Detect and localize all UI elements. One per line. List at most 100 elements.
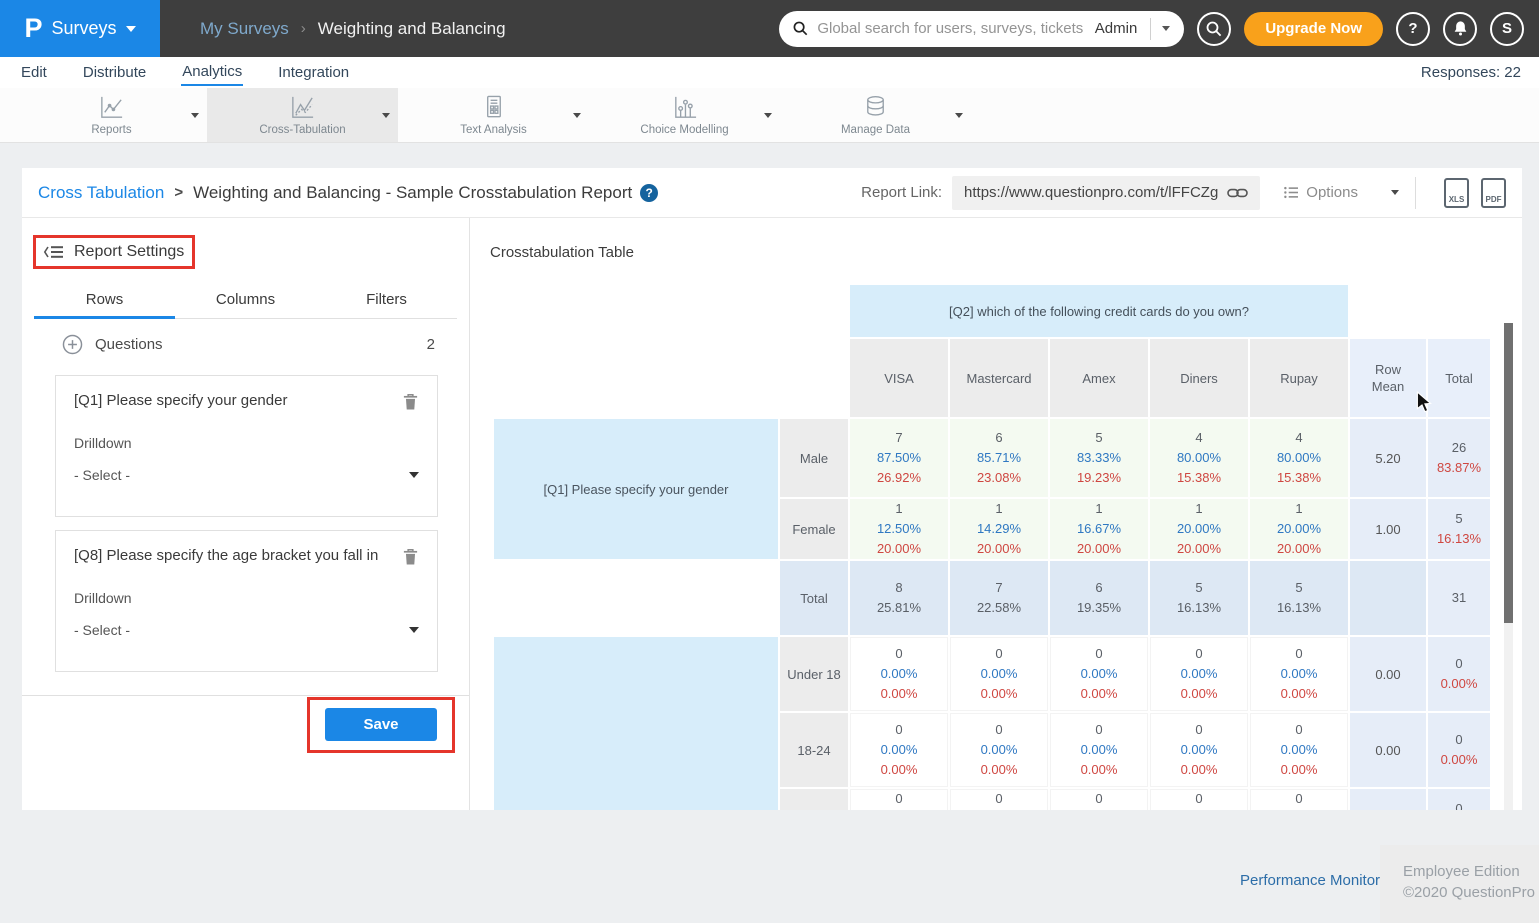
data-cell: 00.00%0.00% — [1250, 713, 1348, 787]
upgrade-now-button[interactable]: Upgrade Now — [1244, 12, 1383, 46]
chevron-down-icon[interactable] — [573, 113, 581, 118]
list-icon — [1284, 186, 1299, 199]
data-cell: 583.33%19.23% — [1050, 419, 1148, 497]
scrollbar-thumb[interactable] — [1504, 323, 1513, 623]
app-root: P Surveys My Surveys › Weighting and Bal… — [0, 0, 1539, 923]
export-pdf-button[interactable]: PDF — [1481, 178, 1506, 208]
nav-tab-edit[interactable]: Edit — [20, 61, 48, 85]
global-search-input[interactable] — [817, 20, 1094, 37]
row-label: Female — [780, 499, 848, 559]
row-label: Male — [780, 419, 848, 497]
copyright-line: ©2020 QuestionPro — [1403, 882, 1539, 903]
chevron-down-icon[interactable] — [382, 113, 390, 118]
top-header-bar: P Surveys My Surveys › Weighting and Bal… — [0, 0, 1539, 57]
export-xls-button[interactable]: XLS — [1444, 178, 1469, 208]
data-cell: 00.00%0.00% — [1050, 713, 1148, 787]
data-cell: 480.00%15.38% — [1250, 419, 1348, 497]
table-row: Under 1800.00%0.00%00.00%0.00%00.00%0.00… — [494, 637, 1490, 711]
drilldown-select[interactable]: - Select - — [74, 622, 419, 638]
options-label: Options — [1306, 184, 1358, 201]
column-header: Rupay — [1250, 339, 1348, 417]
chevron-down-icon — [409, 472, 419, 478]
chevron-down-icon[interactable] — [764, 113, 772, 118]
help-button[interactable]: ? — [1396, 12, 1430, 46]
nav-tab-distribute[interactable]: Distribute — [82, 61, 147, 85]
report-card: Cross Tabulation > Weighting and Balanci… — [22, 168, 1522, 810]
surveys-product-menu[interactable]: P Surveys — [0, 0, 160, 57]
toolbar-item-cross-tabulation[interactable]: Cross-Tabulation — [207, 88, 398, 142]
row-total-cell: 00.00% — [1428, 713, 1490, 787]
report-link-label: Report Link: — [861, 184, 942, 201]
toolbar-item-label: Text Analysis — [460, 124, 526, 136]
report-link-field[interactable]: https://www.questionpro.com/t/lFFCZg — [952, 176, 1260, 210]
crosstab-title: Crosstabulation Table — [490, 244, 634, 261]
options-menu[interactable]: Options — [1284, 184, 1399, 201]
breadcrumb: My Surveys › Weighting and Balancing — [200, 19, 506, 39]
search-scope-admin[interactable]: Admin — [1095, 20, 1138, 37]
breadcrumb-my-surveys[interactable]: My Surveys — [200, 19, 289, 39]
manage-data-icon — [862, 94, 889, 121]
column-group-header: [Q2] which of the following credit cards… — [850, 285, 1348, 337]
scope-caret-icon[interactable] — [1162, 26, 1170, 31]
toolbar-item-text-analysis[interactable]: Text Analysis — [398, 88, 589, 142]
divider — [1150, 18, 1151, 40]
delete-question-icon[interactable] — [402, 547, 419, 566]
report-settings-panel: Report Settings Rows Columns Filters Que… — [22, 218, 470, 810]
search-button[interactable] — [1197, 12, 1231, 46]
tab-columns[interactable]: Columns — [175, 285, 316, 318]
tab-filters[interactable]: Filters — [316, 285, 457, 318]
cross-tabulation-breadcrumb-link[interactable]: Cross Tabulation — [38, 183, 164, 203]
pdf-icon: PDF — [1483, 195, 1504, 204]
delete-question-icon[interactable] — [402, 392, 419, 411]
row-mean-cell: 0.00 — [1350, 789, 1426, 810]
nav-tab-integration[interactable]: Integration — [277, 61, 350, 85]
data-cell: 00.00%0.00% — [1150, 789, 1248, 810]
toolbar-item-choice-modelling[interactable]: Choice Modelling — [589, 88, 780, 142]
data-cell: 120.00%20.00% — [1150, 499, 1248, 559]
report-settings-toggle[interactable]: Report Settings — [33, 235, 195, 269]
chevron-down-icon — [409, 627, 419, 633]
row-mean-cell: 0.00 — [1350, 713, 1426, 787]
report-link-url[interactable]: https://www.questionpro.com/t/lFFCZg — [964, 184, 1218, 201]
add-question-icon[interactable] — [62, 334, 83, 355]
questionpro-logo: P — [24, 13, 42, 44]
account-avatar[interactable]: S — [1490, 12, 1524, 46]
drilldown-select-value: - Select - — [74, 467, 409, 483]
global-search-bar[interactable]: Admin — [779, 11, 1184, 47]
xls-icon: XLS — [1446, 195, 1467, 204]
toolbar-item-manage-data[interactable]: Manage Data — [780, 88, 971, 142]
breadcrumb-separator-icon: > — [174, 184, 183, 201]
edition-line: Employee Edition — [1403, 861, 1539, 882]
chevron-down-icon[interactable] — [191, 113, 199, 118]
row-total-cell: 31 — [1428, 561, 1490, 635]
data-cell: 00.00%0.00% — [850, 713, 948, 787]
row-total-cell: 516.13% — [1428, 499, 1490, 559]
data-cell: 516.13% — [1250, 561, 1348, 635]
question-card-q8: [Q8] Please specify the age bracket you … — [55, 530, 438, 672]
breadcrumb-separator-icon: › — [301, 20, 306, 37]
notifications-button[interactable] — [1443, 12, 1477, 46]
report-settings-label: Report Settings — [74, 243, 184, 261]
toolbar-item-reports[interactable]: Reports — [16, 88, 207, 142]
data-cell: 825.81% — [850, 561, 948, 635]
data-cell: 114.29%20.00% — [950, 499, 1048, 559]
question-card-q1: [Q1] Please specify your gender Drilldow… — [55, 375, 438, 517]
data-cell: 00.00%0.00% — [850, 637, 948, 711]
save-button[interactable]: Save — [325, 708, 437, 741]
toolbar-item-label: Cross-Tabulation — [259, 124, 345, 136]
drilldown-select[interactable]: - Select - — [74, 467, 419, 483]
tab-rows[interactable]: Rows — [34, 285, 175, 319]
nav-tab-analytics[interactable]: Analytics — [181, 60, 243, 86]
data-cell: 00.00%0.00% — [1150, 637, 1248, 711]
column-header: VISA — [850, 339, 948, 417]
help-icon[interactable]: ? — [640, 184, 658, 202]
data-cell: 722.58% — [950, 561, 1048, 635]
search-icon — [793, 21, 808, 36]
chevron-down-icon[interactable] — [955, 113, 963, 118]
toolbar-item-label: Reports — [91, 124, 131, 136]
data-cell: 112.50%20.00% — [850, 499, 948, 559]
chevron-down-icon[interactable] — [1391, 190, 1399, 195]
data-cell: 619.35% — [1050, 561, 1148, 635]
link-icon[interactable] — [1227, 186, 1248, 200]
performance-monitor-link[interactable]: Performance Monitor — [1240, 872, 1380, 889]
